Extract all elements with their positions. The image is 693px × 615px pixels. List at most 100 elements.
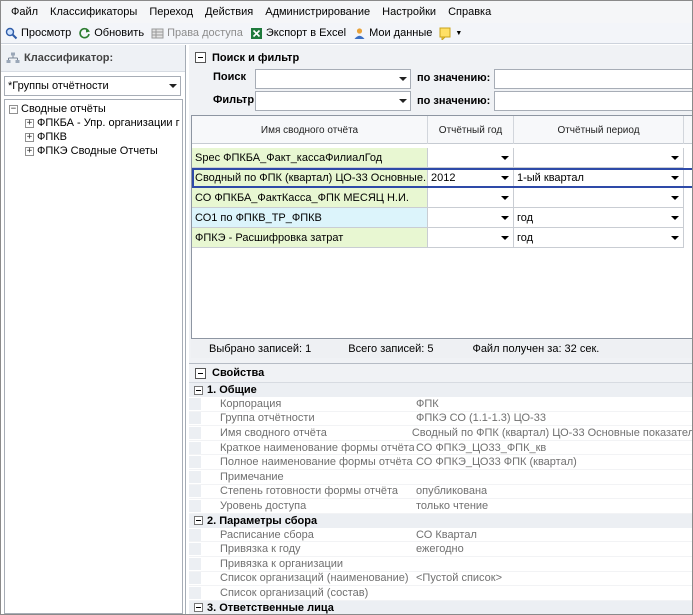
export-excel-button[interactable]: Экспорт в Excel bbox=[250, 27, 346, 40]
report-name-cell[interactable]: Spec ФПКБА_Факт_кассаФилиалГод bbox=[192, 148, 428, 168]
report-group-select[interactable]: *Группы отчётности bbox=[4, 76, 181, 96]
refresh-button[interactable]: Обновить bbox=[78, 27, 144, 40]
chevron-down-icon[interactable] bbox=[501, 156, 509, 160]
tree-node[interactable]: + ФПКЭ Сводные Отчеты bbox=[5, 144, 182, 158]
chevron-down-icon[interactable] bbox=[501, 236, 509, 240]
report-name-cell[interactable]: ФПКЭ - Расшифровка затрат bbox=[192, 228, 428, 248]
properties-header[interactable]: Свойства bbox=[189, 364, 692, 383]
menu-goto[interactable]: Переход bbox=[149, 6, 193, 18]
property-group-label: 1. Общие bbox=[207, 384, 257, 396]
property-row[interactable]: Корпорация ФПК bbox=[189, 397, 692, 412]
search-field-select[interactable] bbox=[255, 69, 411, 89]
search-filter-header[interactable]: Поиск и фильтр bbox=[189, 48, 692, 67]
my-data-button[interactable]: Мои данные bbox=[353, 27, 432, 40]
period-select[interactable]: 1-ый квартал bbox=[514, 168, 684, 188]
filter-value-input[interactable] bbox=[494, 91, 692, 111]
table-row[interactable]: Spec ФПКБА_Факт_кассаФилиалГод bbox=[192, 148, 692, 168]
property-row[interactable]: Полное наименование формы отчёта СО ФПКЭ_… bbox=[189, 455, 692, 470]
report-name-cell[interactable]: Сводный по ФПК (квартал) ЦО-33 Основные.… bbox=[192, 168, 428, 188]
property-row[interactable]: Степень готовности формы отчёта опубликов… bbox=[189, 485, 692, 500]
chevron-down-icon[interactable] bbox=[501, 196, 509, 200]
property-row[interactable]: Список организаций (наименование) <Пустой… bbox=[189, 572, 692, 587]
app-window: Файл Классификаторы Переход Действия Адм… bbox=[0, 0, 693, 615]
collapse-icon[interactable]: − bbox=[9, 104, 18, 114]
chevron-down-icon[interactable] bbox=[501, 216, 509, 220]
year-select[interactable] bbox=[428, 208, 514, 228]
collapse-icon[interactable] bbox=[195, 52, 206, 63]
notes-dropdown-button[interactable]: ▼ bbox=[439, 27, 462, 40]
property-key: Степень готовности формы отчёта bbox=[189, 485, 414, 498]
period-select[interactable]: год bbox=[514, 228, 684, 248]
year-value: 2012 bbox=[431, 171, 456, 184]
menu-file[interactable]: Файл bbox=[11, 6, 38, 18]
chevron-down-icon[interactable] bbox=[399, 77, 407, 81]
menu-help[interactable]: Справка bbox=[448, 6, 491, 18]
chevron-down-icon[interactable] bbox=[671, 156, 679, 160]
chevron-down-icon[interactable] bbox=[671, 196, 679, 200]
search-value-input[interactable] bbox=[494, 69, 692, 89]
tree-node[interactable]: + ФПКВ bbox=[5, 130, 182, 144]
property-group-responsible[interactable]: 3. Ответственные лица bbox=[189, 600, 692, 614]
expand-icon[interactable]: + bbox=[25, 146, 34, 156]
property-row[interactable]: Список организаций (состав) bbox=[189, 586, 692, 601]
property-group-general[interactable]: 1. Общие bbox=[189, 383, 692, 397]
table-row[interactable]: СО ФПКБА_ФактКасса_ФПК МЕСЯЦ Н.И. bbox=[192, 188, 692, 208]
table-row[interactable]: ФПКЭ - Расшифровка затрат год bbox=[192, 228, 692, 248]
year-select[interactable] bbox=[428, 188, 514, 208]
property-value: ежегодно bbox=[416, 543, 464, 556]
expand-icon[interactable]: + bbox=[25, 118, 34, 128]
report-name-cell[interactable]: СО1 по ФПКВ_ТР_ФПКВ bbox=[192, 208, 428, 228]
report-name-cell[interactable]: СО ФПКБА_ФактКасса_ФПК МЕСЯЦ Н.И. bbox=[192, 188, 428, 208]
period-select[interactable] bbox=[514, 148, 684, 168]
property-row[interactable]: Привязка к году ежегодно bbox=[189, 542, 692, 557]
collapse-icon[interactable] bbox=[195, 367, 206, 379]
table-row[interactable]: СО1 по ФПКВ_ТР_ФПКВ год bbox=[192, 208, 692, 228]
chevron-down-icon[interactable] bbox=[501, 176, 509, 180]
filter-field-select[interactable] bbox=[255, 91, 411, 111]
collapse-icon[interactable] bbox=[194, 516, 203, 526]
expand-icon[interactable]: + bbox=[25, 132, 34, 142]
property-row[interactable]: Имя сводного отчёта Сводный по ФПК (кварт… bbox=[189, 426, 692, 441]
property-key: Имя сводного отчёта bbox=[189, 426, 410, 439]
collapse-icon[interactable] bbox=[194, 385, 203, 395]
property-row[interactable]: Привязка к организации bbox=[189, 557, 692, 572]
column-header-name[interactable]: Имя сводного отчёта bbox=[192, 116, 428, 144]
property-group-label: 2. Параметры сбора bbox=[207, 514, 318, 527]
property-value: СО ФПКЭ_ЦО33 ФПК (квартал) bbox=[416, 456, 577, 469]
property-key: Список организаций (наименование) bbox=[189, 572, 414, 585]
year-select[interactable] bbox=[428, 228, 514, 248]
chevron-down-icon[interactable] bbox=[169, 84, 177, 88]
chevron-down-icon[interactable] bbox=[399, 99, 407, 103]
property-row[interactable]: Группа отчётности ФПКЭ СО (1.1-1.3) ЦО-33 bbox=[189, 412, 692, 427]
menu-settings[interactable]: Настройки bbox=[382, 6, 436, 18]
property-row[interactable]: Расписание сбора СО Квартал bbox=[189, 528, 692, 543]
column-header-period[interactable]: Отчётный период bbox=[514, 116, 684, 144]
tree-node-label: ФПКЭ Сводные Отчеты bbox=[37, 145, 158, 157]
property-key: Уровень доступа bbox=[189, 499, 414, 512]
column-header-year[interactable]: Отчётный год bbox=[428, 116, 514, 144]
menu-classifiers[interactable]: Классификаторы bbox=[50, 6, 137, 18]
access-rights-button[interactable]: Права доступа bbox=[151, 27, 243, 40]
period-select[interactable]: год bbox=[514, 208, 684, 228]
tree-node-label: ФПКВ bbox=[37, 131, 68, 143]
year-select[interactable] bbox=[428, 148, 514, 168]
chevron-down-icon[interactable] bbox=[671, 236, 679, 240]
chevron-down-icon[interactable] bbox=[671, 176, 679, 180]
property-row[interactable]: Уровень доступа только чтение bbox=[189, 499, 692, 514]
year-select[interactable]: 2012 bbox=[428, 168, 514, 188]
period-select[interactable] bbox=[514, 188, 684, 208]
chevron-down-icon[interactable] bbox=[671, 216, 679, 220]
property-value: ФПКЭ СО (1.1-1.3) ЦО-33 bbox=[416, 412, 546, 425]
table-row-selected[interactable]: Сводный по ФПК (квартал) ЦО-33 Основные.… bbox=[192, 168, 692, 188]
menu-administration[interactable]: Администрирование bbox=[265, 6, 370, 18]
tree-node-root[interactable]: − Сводные отчёты bbox=[5, 102, 182, 116]
property-row[interactable]: Краткое наименование формы отчёта СО ФПКЭ… bbox=[189, 441, 692, 456]
menu-actions[interactable]: Действия bbox=[205, 6, 253, 18]
property-row[interactable]: Примечание bbox=[189, 470, 692, 485]
view-button[interactable]: Просмотр bbox=[5, 27, 71, 40]
property-key: Список организаций (состав) bbox=[189, 586, 414, 599]
collapse-icon[interactable] bbox=[194, 603, 203, 613]
property-key: Привязка к организации bbox=[189, 557, 414, 570]
tree-node[interactable]: + ФПКБА - Упр. организации г bbox=[5, 116, 182, 130]
property-group-collection[interactable]: 2. Параметры сбора bbox=[189, 513, 692, 528]
